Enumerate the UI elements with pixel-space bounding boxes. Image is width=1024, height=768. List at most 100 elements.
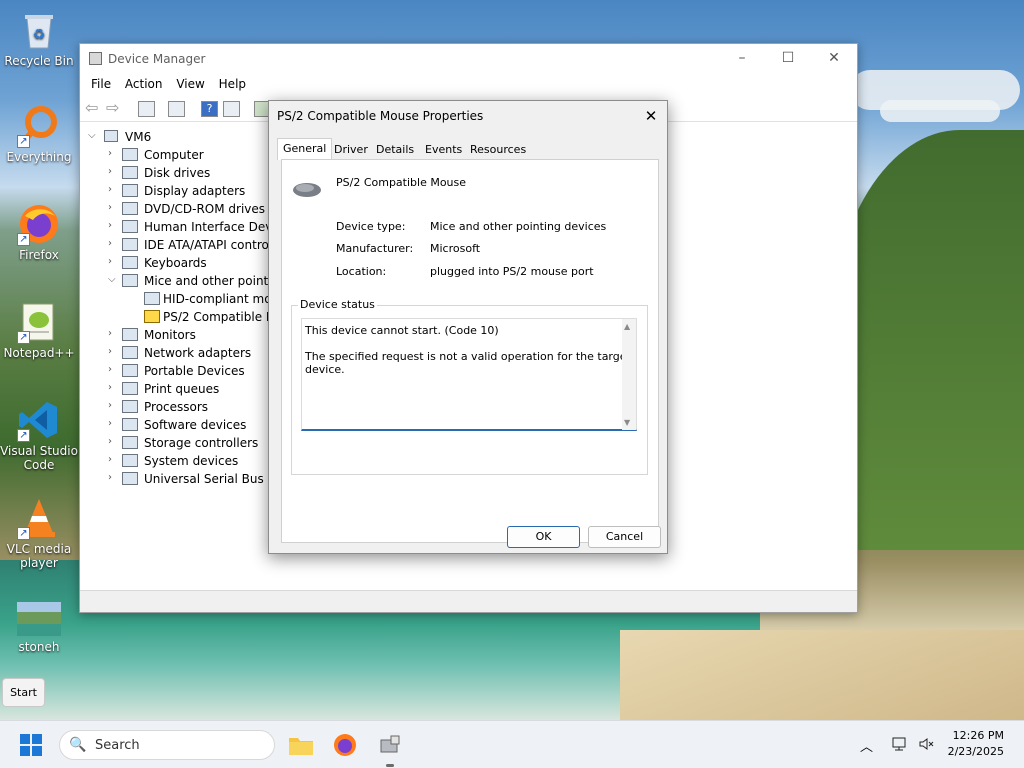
desktop-icon-vlc[interactable]: ↗ VLC media player: [0, 496, 78, 570]
firefox-icon[interactable]: [332, 732, 358, 758]
minimize-button[interactable]: –: [719, 44, 765, 74]
cancel-button[interactable]: Cancel: [588, 526, 661, 548]
device-icon: [122, 148, 138, 161]
title-bar[interactable]: Device Manager – ☐ ✕: [80, 44, 857, 74]
svg-text:♻: ♻: [33, 27, 46, 43]
desktop-icon-stoneh[interactable]: stoneh: [0, 602, 78, 654]
device-status-label: Device status: [298, 298, 377, 311]
recycle-bin-icon: ♻: [17, 8, 61, 52]
device-icon: [122, 166, 138, 179]
device-icon: [122, 472, 138, 485]
tab-events[interactable]: Events: [420, 141, 467, 160]
manufacturer-label: Manufacturer:: [336, 242, 414, 255]
device-icon: [122, 274, 138, 287]
tab-general[interactable]: General: [277, 138, 333, 160]
desktop-icon-firefox[interactable]: ↗ Firefox: [0, 202, 78, 262]
show-hide-console-tree-icon[interactable]: [138, 101, 155, 117]
manufacturer-value: Microsoft: [430, 242, 481, 255]
chevron-right-icon[interactable]: ›: [108, 202, 118, 213]
location-label: Location:: [336, 265, 387, 278]
chevron-down-icon[interactable]: ⌵: [88, 130, 98, 141]
chevron-down-icon[interactable]: ⌵: [108, 274, 118, 285]
menu-view[interactable]: View: [171, 74, 209, 94]
chevron-right-icon[interactable]: ›: [108, 418, 118, 429]
tree-label: Disk drives: [144, 166, 211, 180]
chevron-right-icon[interactable]: ›: [108, 382, 118, 393]
everything-search-icon: ↗: [17, 104, 61, 148]
device-status-group: Device status This device cannot start. …: [291, 298, 648, 475]
active-app-indicator: [386, 764, 394, 767]
search-placeholder: Search: [95, 738, 140, 753]
chevron-right-icon[interactable]: ›: [108, 454, 118, 465]
device-icon: [122, 364, 138, 377]
clock[interactable]: 12:26 PM 2/23/2025: [948, 728, 1004, 760]
back-arrow-icon[interactable]: ⇦: [85, 98, 102, 117]
tab-driver[interactable]: Driver: [329, 141, 373, 160]
chevron-right-icon[interactable]: ›: [108, 472, 118, 483]
chevron-right-icon[interactable]: ›: [108, 184, 118, 195]
action-pane-icon[interactable]: [223, 101, 240, 117]
device-icon: [122, 400, 138, 413]
device-status-textbox[interactable]: This device cannot start. (Code 10) The …: [301, 318, 637, 431]
network-icon[interactable]: [892, 736, 908, 768]
tree-label: Storage controllers: [144, 436, 259, 450]
chevron-right-icon[interactable]: ›: [108, 220, 118, 231]
menu-action[interactable]: Action: [120, 74, 168, 94]
chevron-right-icon[interactable]: ›: [108, 148, 118, 159]
device-icon: [122, 328, 138, 341]
beach: [620, 630, 1024, 720]
close-button[interactable]: ✕: [811, 44, 857, 74]
device-icon: [122, 454, 138, 467]
chevron-up-icon[interactable]: ︿: [860, 736, 873, 768]
file-explorer-icon[interactable]: [288, 732, 314, 758]
desktop-icon-notepad-plus-plus[interactable]: ↗ Notepad++: [0, 300, 78, 360]
chevron-right-icon[interactable]: ›: [108, 436, 118, 447]
volume-muted-icon[interactable]: [918, 736, 934, 768]
device-icon: [122, 202, 138, 215]
help-icon[interactable]: ?: [201, 101, 218, 117]
tree-label: PS/2 Compatible Mo: [163, 310, 284, 324]
shortcut-arrow-icon: ↗: [17, 135, 30, 148]
device-manager-icon[interactable]: [377, 732, 403, 758]
chevron-right-icon[interactable]: ›: [108, 364, 118, 375]
windows-start-icon[interactable]: [20, 734, 42, 756]
desktop-icon-label: Notepad++: [3, 346, 75, 360]
status-line-2: The specified request is not a valid ope…: [305, 350, 631, 376]
tab-details[interactable]: Details: [371, 141, 419, 160]
chevron-right-icon[interactable]: ›: [108, 166, 118, 177]
shortcut-arrow-icon: ↗: [17, 429, 30, 442]
chevron-right-icon[interactable]: ›: [108, 238, 118, 249]
taskbar: 🔍 Search ︿ 12:26 PM 2/23/2025: [0, 720, 1024, 768]
desktop-icon-everything[interactable]: ↗ Everything: [0, 104, 78, 164]
desktop-icon-recycle-bin[interactable]: ♻ Recycle Bin: [0, 8, 78, 68]
device-type-value: Mice and other pointing devices: [430, 220, 607, 233]
properties-dialog[interactable]: PS/2 Compatible Mouse Properties ✕ Gener…: [268, 100, 668, 554]
chevron-right-icon[interactable]: ›: [108, 328, 118, 339]
tree-label: Keyboards: [144, 256, 207, 270]
properties-icon[interactable]: [168, 101, 185, 117]
tab-resources[interactable]: Resources: [465, 141, 531, 160]
chevron-right-icon[interactable]: ›: [108, 256, 118, 267]
device-icon: [122, 418, 138, 431]
ok-button[interactable]: OK: [507, 526, 580, 548]
chevron-right-icon[interactable]: ›: [108, 346, 118, 357]
menu-file[interactable]: File: [86, 74, 116, 94]
chevron-right-icon[interactable]: ›: [108, 400, 118, 411]
scroll-down-icon[interactable]: ▼: [624, 418, 630, 427]
device-icon: [122, 220, 138, 233]
close-icon[interactable]: ✕: [635, 101, 667, 131]
desktop-icon-vscode[interactable]: ↗ Visual Studio Code: [0, 398, 78, 472]
desktop-icon-label: Recycle Bin: [4, 54, 74, 68]
forward-arrow-icon[interactable]: ⇨: [106, 98, 123, 117]
clock-time: 12:26 PM: [952, 729, 1004, 742]
location-value: plugged into PS/2 mouse port: [430, 265, 594, 278]
menu-help[interactable]: Help: [214, 74, 251, 94]
start-tooltip: Start: [2, 678, 45, 707]
scroll-up-icon[interactable]: ▲: [624, 322, 630, 331]
taskbar-search-box[interactable]: 🔍 Search: [59, 730, 275, 760]
device-icon: [122, 238, 138, 251]
tree-label: Computer: [144, 148, 204, 162]
maximize-button[interactable]: ☐: [765, 44, 811, 74]
tree-label: Portable Devices: [144, 364, 245, 378]
vertical-scrollbar[interactable]: ▲ ▼: [622, 319, 636, 430]
